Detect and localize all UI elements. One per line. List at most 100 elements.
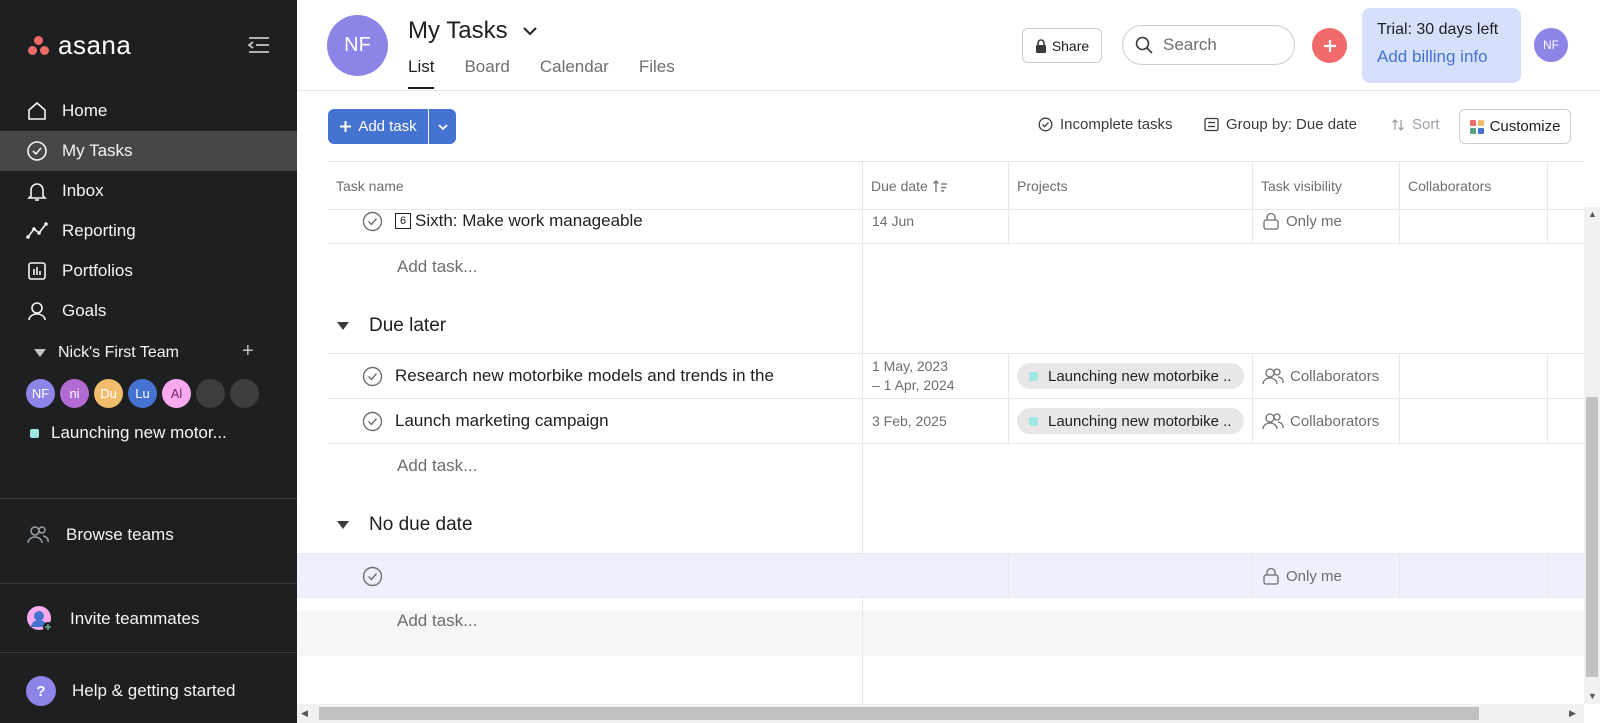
- sidebar-divider: [0, 583, 297, 584]
- due-date-cell[interactable]: 1 May, 2023 – 1 Apr, 2024: [872, 354, 955, 398]
- sort-button[interactable]: Sort: [1391, 116, 1440, 133]
- check-circle-icon: [1038, 117, 1053, 132]
- invite-avatar-icon: [27, 606, 53, 632]
- share-button[interactable]: Share: [1022, 28, 1102, 63]
- projects-cell[interactable]: Launching new motorbike ...: [1017, 354, 1244, 398]
- add-task-inline[interactable]: Add task...: [397, 456, 477, 476]
- group-by-button[interactable]: Group by: Due date: [1204, 116, 1357, 133]
- tab-list[interactable]: List: [408, 57, 435, 89]
- sidebar-project-item[interactable]: Launching new motor...: [30, 423, 227, 443]
- visibility-cell[interactable]: Only me: [1262, 199, 1342, 243]
- sidebar-item-label: Reporting: [62, 221, 136, 240]
- help-button[interactable]: ? Help & getting started: [26, 676, 235, 706]
- add-task-inline[interactable]: Add task...: [397, 257, 477, 277]
- collapse-section-icon[interactable]: [337, 322, 349, 330]
- search-input[interactable]: [1163, 35, 1273, 55]
- horizontal-scrollbar[interactable]: ◀ ▶: [297, 704, 1584, 723]
- visibility-cell[interactable]: Only me: [1262, 554, 1342, 598]
- section-header[interactable]: Due later: [337, 315, 446, 337]
- complete-task-icon[interactable]: [362, 566, 383, 587]
- avatar[interactable]: Al: [162, 379, 191, 408]
- table-row[interactable]: Research new motorbike models and trends…: [327, 354, 1584, 399]
- page-title[interactable]: My Tasks: [408, 17, 538, 45]
- project-chip-label: Launching new motorbike ...: [1048, 412, 1232, 430]
- table-row-selected[interactable]: Only me: [297, 553, 1584, 598]
- customize-button[interactable]: Customize: [1459, 109, 1571, 144]
- sidebar-item-label: Portfolios: [62, 261, 133, 280]
- column-label: Task name: [336, 177, 404, 194]
- avatar[interactable]: NF: [26, 379, 55, 408]
- due-date-cell[interactable]: 14 Jun: [872, 199, 914, 243]
- people-icon: [27, 526, 49, 544]
- avatar[interactable]: Lu: [128, 379, 157, 408]
- add-task-button[interactable]: Add task: [328, 109, 428, 144]
- avatar-placeholder[interactable]: [230, 379, 259, 408]
- add-team-project-icon[interactable]: +: [242, 341, 254, 361]
- chevron-down-icon[interactable]: [522, 26, 538, 36]
- team-header[interactable]: Nick's First Team: [34, 344, 179, 362]
- project-chip[interactable]: Launching new motorbike ...: [1017, 363, 1244, 389]
- sidebar-item-inbox[interactable]: Inbox: [0, 171, 297, 211]
- tab-files[interactable]: Files: [639, 57, 675, 89]
- task-name-text: Research new motorbike models and trends…: [395, 366, 774, 385]
- user-avatar-large[interactable]: NF: [327, 15, 388, 76]
- sidebar-item-reporting[interactable]: Reporting: [0, 211, 297, 251]
- create-button[interactable]: [1312, 28, 1347, 63]
- table-row[interactable]: 6 Sixth: Make work manageable 14 Jun Onl…: [327, 199, 1584, 244]
- vertical-scrollbar[interactable]: ▲ ▼: [1584, 207, 1600, 704]
- avatar-placeholder[interactable]: [196, 379, 225, 408]
- avatar[interactable]: ni: [60, 379, 89, 408]
- asana-logo-icon: [28, 35, 50, 56]
- task-name[interactable]: Launch marketing campaign: [362, 411, 609, 432]
- sidebar-item-goals[interactable]: Goals: [0, 291, 297, 331]
- help-label: Help & getting started: [72, 681, 236, 700]
- scrollbar-thumb[interactable]: [319, 707, 1479, 720]
- column-label: Projects: [1017, 177, 1068, 194]
- sidebar-item-portfolios[interactable]: Portfolios: [0, 251, 297, 291]
- due-date-cell[interactable]: 3 Feb, 2025: [872, 399, 947, 443]
- task-name-text: Sixth: Make work manageable: [415, 211, 643, 230]
- search-icon: [1135, 36, 1153, 54]
- add-billing-link[interactable]: Add billing info: [1377, 47, 1521, 67]
- task-name[interactable]: [362, 566, 395, 587]
- sidebar-item-home[interactable]: Home: [0, 91, 297, 131]
- due-date-start: 1 May, 2023: [872, 358, 949, 374]
- table-row[interactable]: Launch marketing campaign 3 Feb, 2025 La…: [327, 399, 1584, 444]
- group-by-label: Group by: Due date: [1226, 116, 1357, 133]
- project-chip[interactable]: Launching new motorbike ...: [1017, 408, 1244, 434]
- complete-task-icon[interactable]: [362, 366, 383, 387]
- project-chip-label: Launching new motorbike ...: [1048, 367, 1232, 385]
- projects-cell[interactable]: Launching new motorbike ...: [1017, 399, 1244, 443]
- add-task-dropdown[interactable]: [429, 109, 456, 144]
- browse-teams-link[interactable]: Browse teams: [26, 524, 174, 546]
- search-box[interactable]: [1122, 25, 1295, 65]
- add-task-inline[interactable]: Add task...: [397, 611, 477, 631]
- collapse-section-icon[interactable]: [337, 521, 349, 529]
- visibility-cell[interactable]: Collaborators: [1262, 354, 1379, 398]
- section-header[interactable]: No due date: [337, 514, 473, 536]
- lock-icon: [1035, 38, 1046, 53]
- scroll-left-icon[interactable]: ◀: [301, 708, 308, 719]
- collapse-team-icon: [34, 349, 46, 357]
- trial-banner[interactable]: Trial: 30 days left Add billing info: [1362, 8, 1521, 83]
- complete-task-icon[interactable]: [362, 211, 383, 232]
- complete-task-icon[interactable]: [362, 411, 383, 432]
- collapse-sidebar-icon[interactable]: [246, 34, 272, 56]
- task-name[interactable]: 6 Sixth: Make work manageable: [362, 211, 643, 232]
- invite-teammates-button[interactable]: Invite teammates: [26, 605, 199, 633]
- visibility-cell[interactable]: Collaborators: [1262, 399, 1379, 443]
- visibility-label: Only me: [1286, 212, 1342, 230]
- asana-logo[interactable]: asana: [28, 30, 131, 61]
- tab-board[interactable]: Board: [464, 57, 509, 89]
- incomplete-tasks-filter[interactable]: Incomplete tasks: [1038, 116, 1173, 133]
- sidebar-item-my-tasks[interactable]: My Tasks: [0, 131, 297, 171]
- tab-calendar[interactable]: Calendar: [540, 57, 609, 89]
- scrollbar-thumb[interactable]: [1586, 397, 1598, 677]
- avatar[interactable]: Du: [94, 379, 123, 408]
- scroll-down-icon[interactable]: ▼: [1588, 691, 1597, 701]
- scroll-up-icon[interactable]: ▲: [1588, 209, 1597, 219]
- scroll-right-icon[interactable]: ▶: [1569, 708, 1576, 719]
- task-name[interactable]: Research new motorbike models and trends…: [362, 366, 774, 387]
- user-avatar[interactable]: NF: [1534, 28, 1568, 62]
- sidebar: asana Home My Tasks Inbox Reporting Port…: [0, 0, 297, 723]
